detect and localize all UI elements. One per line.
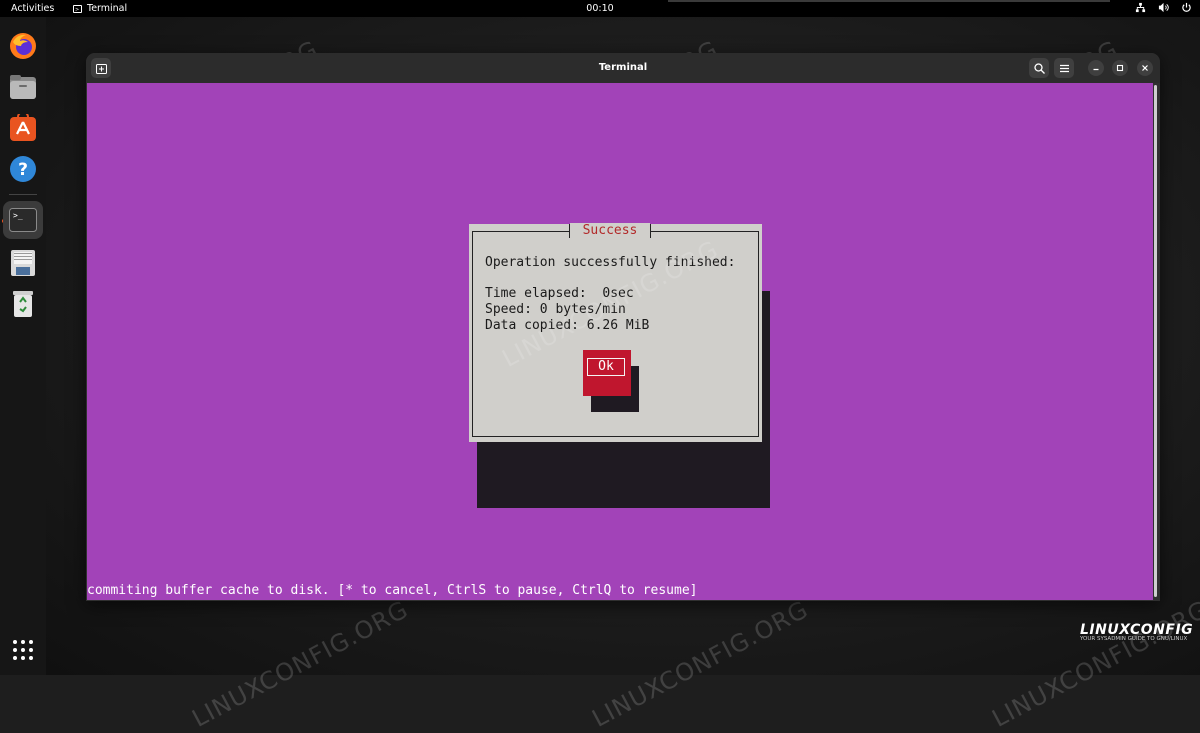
svg-text:>_: >_ bbox=[13, 211, 23, 220]
system-status-area[interactable] bbox=[1135, 2, 1192, 13]
close-button[interactable] bbox=[1137, 60, 1153, 76]
clock[interactable]: 00:10 bbox=[0, 3, 1200, 14]
minimize-icon bbox=[1093, 68, 1099, 71]
network-icon bbox=[1135, 2, 1146, 13]
svg-text:?: ? bbox=[18, 160, 28, 180]
linuxconfig-logo: LINUXCONFIG YOUR SYSADMIN GUIDE TO GNU/L… bbox=[1080, 622, 1193, 642]
terminal-window: Terminal Success Operation successfully … bbox=[86, 53, 1160, 601]
dock-item-help[interactable]: ? bbox=[7, 153, 39, 185]
dock: ? >_ bbox=[0, 17, 46, 675]
apps-grid-dot bbox=[29, 640, 33, 644]
search-button[interactable] bbox=[1029, 58, 1049, 78]
search-icon bbox=[1033, 62, 1045, 74]
floppy-icon bbox=[11, 250, 35, 276]
help-icon: ? bbox=[10, 156, 36, 182]
top-bar: Activities > Terminal 00:10 bbox=[0, 0, 1200, 17]
power-icon bbox=[1182, 2, 1191, 12]
apps-grid-dot bbox=[29, 648, 33, 652]
hamburger-menu-icon bbox=[1059, 64, 1069, 72]
terminal-content[interactable]: Success Operation successfully finished:… bbox=[87, 83, 1154, 600]
dock-separator bbox=[9, 194, 37, 195]
maximize-button[interactable] bbox=[1112, 60, 1128, 76]
dock-item-trash[interactable] bbox=[7, 288, 39, 320]
dock-item-software[interactable] bbox=[7, 112, 39, 144]
apps-grid-dot bbox=[21, 656, 25, 660]
apps-grid-dot bbox=[13, 656, 17, 660]
volume-icon bbox=[1158, 2, 1169, 13]
apps-grid-dot bbox=[21, 640, 25, 644]
minimize-button[interactable] bbox=[1088, 60, 1104, 76]
dialog-title: Success bbox=[570, 223, 650, 239]
dock-item-save[interactable] bbox=[7, 247, 39, 279]
ok-button-label: Ok bbox=[587, 358, 625, 376]
apps-grid-dot bbox=[29, 656, 33, 660]
window-title: Terminal bbox=[598, 62, 648, 73]
top-bar-strip bbox=[668, 0, 1110, 2]
success-dialog: Success Operation successfully finished:… bbox=[469, 223, 762, 442]
maximize-icon bbox=[1116, 64, 1124, 72]
apps-grid-icon bbox=[13, 640, 17, 644]
dialog-title-bracket-right bbox=[650, 224, 651, 238]
files-icon bbox=[10, 75, 36, 99]
apps-grid-dot bbox=[21, 648, 25, 652]
firefox-icon bbox=[10, 33, 36, 59]
dialog-message: Operation successfully finished: bbox=[485, 255, 736, 270]
terminal-status-line: commiting buffer cache to disk. [* to ca… bbox=[87, 583, 698, 598]
dock-item-firefox[interactable] bbox=[7, 30, 39, 62]
ok-button[interactable]: Ok bbox=[583, 350, 631, 396]
time-elapsed-line: Time elapsed: 0sec bbox=[485, 286, 634, 301]
terminal-icon: >_ bbox=[9, 208, 37, 232]
scrollbar-thumb[interactable] bbox=[1154, 85, 1157, 597]
app-store-icon bbox=[10, 114, 36, 141]
dock-item-terminal[interactable]: >_ bbox=[3, 201, 43, 239]
apps-grid-dot bbox=[13, 648, 17, 652]
speed-line: Speed: 0 bytes/min bbox=[485, 302, 626, 317]
show-apps-button[interactable] bbox=[13, 640, 33, 660]
close-icon bbox=[1142, 65, 1148, 71]
window-titlebar[interactable]: Terminal bbox=[86, 53, 1160, 83]
menu-button[interactable] bbox=[1054, 58, 1074, 78]
logo-tagline: YOUR SYSADMIN GUIDE TO GNU/LINUX bbox=[1080, 636, 1188, 642]
dock-item-files[interactable] bbox=[7, 71, 39, 103]
trash-icon bbox=[13, 291, 33, 317]
terminal-scrollbar[interactable] bbox=[1153, 83, 1160, 600]
data-copied-line: Data copied: 6.26 MiB bbox=[485, 318, 650, 333]
